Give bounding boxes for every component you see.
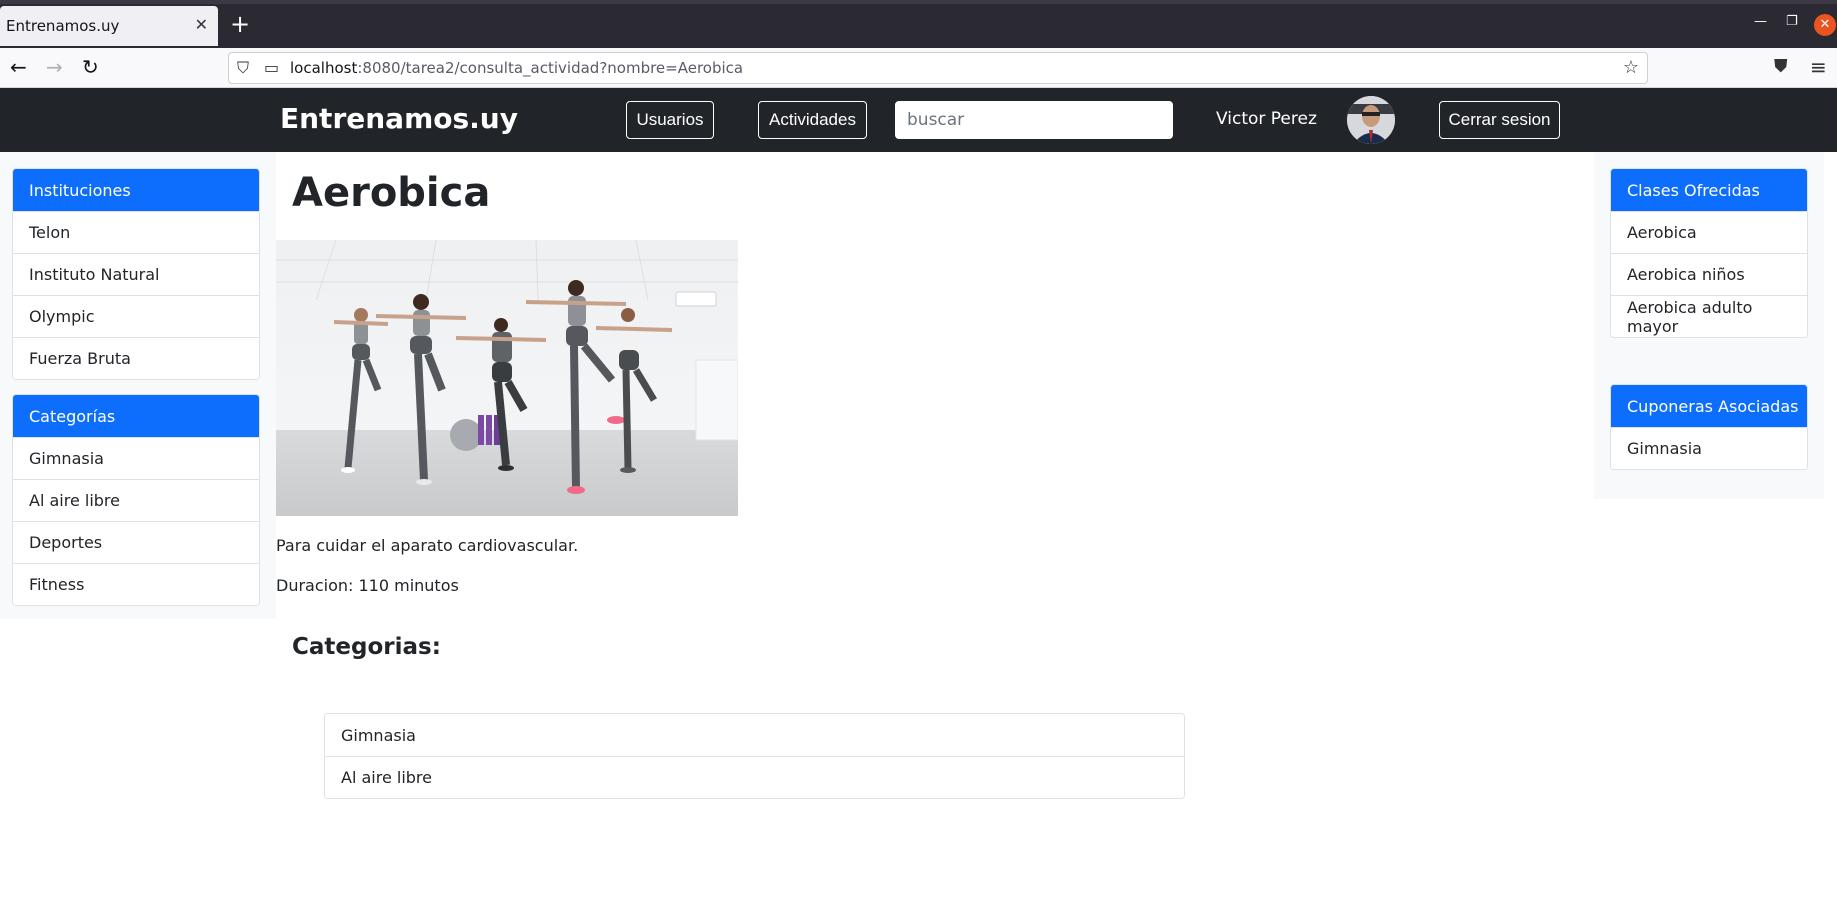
- search-input[interactable]: [895, 101, 1173, 139]
- activity-categories-list: Gimnasia Al aire libre: [324, 713, 1185, 799]
- window-close-icon[interactable]: ✕: [1814, 14, 1836, 36]
- clases-list: Clases Ofrecidas Aerobica Aerobica niños…: [1610, 168, 1808, 338]
- avatar-image: [1347, 96, 1395, 144]
- url-path: :8080/tarea2/consulta_actividad?nombre=A…: [357, 59, 744, 77]
- url-host: localhost: [290, 59, 358, 77]
- browser-tab-title: Entrenamos.uy: [6, 17, 120, 35]
- instituciones-list: Instituciones Telon Instituto Natural Ol…: [12, 168, 260, 380]
- page-info-icon[interactable]: ▭: [264, 58, 279, 77]
- page-title: Aerobica: [292, 170, 491, 216]
- categoria-item[interactable]: Al aire libre: [13, 479, 259, 521]
- activity-photo: [276, 240, 738, 516]
- browser-tabbar: Entrenamos.uy ✕ + — ❐ ✕: [0, 0, 1837, 48]
- activity-category-item[interactable]: Al aire libre: [325, 756, 1184, 798]
- institucion-item[interactable]: Telon: [13, 211, 259, 253]
- back-icon[interactable]: ←: [10, 56, 27, 78]
- activity-description: Para cuidar el aparato cardiovascular.: [276, 536, 579, 555]
- left-sidebar: Instituciones Telon Instituto Natural Ol…: [0, 152, 276, 619]
- activity-category-item[interactable]: Gimnasia: [325, 714, 1184, 756]
- clase-item[interactable]: Aerobica adulto mayor: [1611, 295, 1807, 337]
- reload-icon[interactable]: ↻: [82, 56, 99, 78]
- shield-icon[interactable]: ⛉: [237, 58, 249, 78]
- categorias-header: Categorías: [13, 395, 259, 437]
- cuponeras-list: Cuponeras Asociadas Gimnasia: [1610, 384, 1808, 470]
- instituciones-header: Instituciones: [13, 169, 259, 211]
- tabbar-topline: [0, 0, 1837, 4]
- tab-close-icon[interactable]: ✕: [195, 15, 208, 34]
- brand-logo[interactable]: Entrenamos.uy: [280, 102, 518, 135]
- categorias-list: Categorías Gimnasia Al aire libre Deport…: [12, 394, 260, 606]
- clase-item[interactable]: Aerobica niños: [1611, 253, 1807, 295]
- user-name[interactable]: Victor Perez: [1216, 109, 1317, 129]
- clase-item[interactable]: Aerobica: [1611, 211, 1807, 253]
- categoria-item[interactable]: Deportes: [13, 521, 259, 563]
- url-text[interactable]: localhost:8080/tarea2/consulta_actividad…: [290, 59, 743, 77]
- institucion-item[interactable]: Fuerza Bruta: [13, 337, 259, 379]
- cuponera-item[interactable]: Gimnasia: [1611, 427, 1807, 469]
- activity-duration: Duracion: 110 minutos: [276, 576, 459, 595]
- pocket-icon[interactable]: ⛊: [1774, 56, 1788, 77]
- bookmark-star-icon[interactable]: ☆: [1623, 57, 1639, 78]
- hamburger-menu-icon[interactable]: ≡: [1810, 55, 1827, 79]
- forward-icon[interactable]: →: [46, 56, 63, 78]
- activity-image: [276, 240, 738, 516]
- url-bar[interactable]: ⛉ ▭ localhost:8080/tarea2/consulta_activ…: [228, 52, 1648, 84]
- institucion-item[interactable]: Instituto Natural: [13, 253, 259, 295]
- site-header: Entrenamos.uy Usuarios Actividades Victo…: [0, 88, 1837, 152]
- categoria-item[interactable]: Fitness: [13, 563, 259, 605]
- institucion-item[interactable]: Olympic: [13, 295, 259, 337]
- browser-navbar: ← → ↻ ⛉ ▭ localhost:8080/tarea2/consulta…: [0, 48, 1837, 88]
- actividades-button[interactable]: Actividades: [758, 101, 867, 139]
- avatar[interactable]: [1347, 96, 1395, 144]
- clases-header: Clases Ofrecidas: [1611, 169, 1807, 211]
- usuarios-button[interactable]: Usuarios: [626, 101, 714, 139]
- categoria-item[interactable]: Gimnasia: [13, 437, 259, 479]
- categories-title: Categorias:: [292, 634, 441, 660]
- restore-icon[interactable]: ❐: [1786, 14, 1798, 29]
- minimize-icon[interactable]: —: [1754, 14, 1767, 29]
- right-sidebar: Clases Ofrecidas Aerobica Aerobica niños…: [1594, 152, 1824, 499]
- logout-button[interactable]: Cerrar sesion: [1439, 101, 1560, 139]
- browser-tab[interactable]: Entrenamos.uy ✕: [0, 6, 218, 46]
- new-tab-icon[interactable]: +: [230, 10, 250, 38]
- cuponeras-header: Cuponeras Asociadas: [1611, 385, 1807, 427]
